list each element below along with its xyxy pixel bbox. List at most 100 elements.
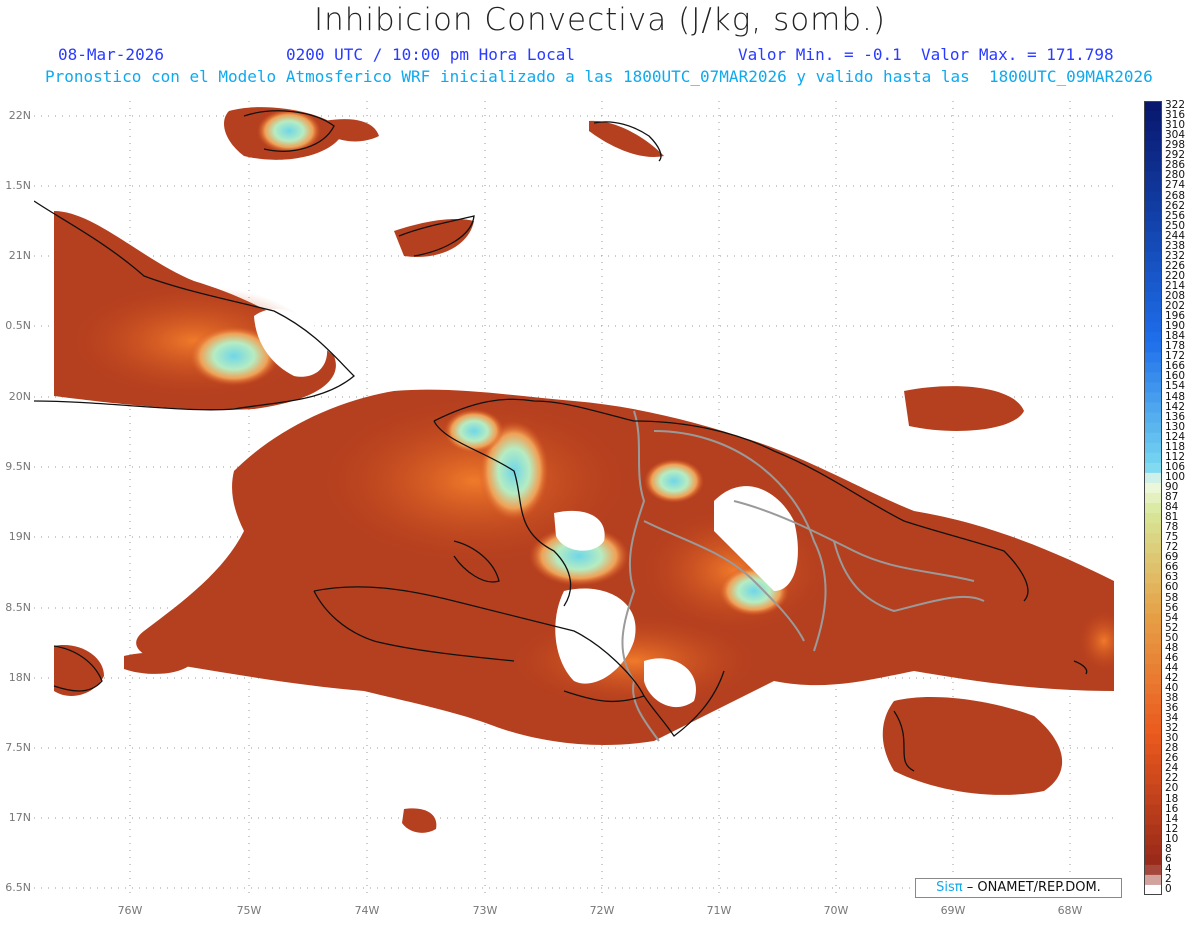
legend-swatch	[1144, 784, 1162, 796]
legend-swatch	[1144, 673, 1162, 685]
legend-swatch	[1144, 704, 1162, 715]
legend-swatch	[1144, 161, 1162, 172]
legend-swatch	[1144, 342, 1162, 353]
legend-swatch	[1144, 864, 1162, 876]
lat-label: 9.5N	[5, 460, 31, 473]
legend-swatch	[1144, 643, 1162, 655]
lon-label: 69W	[940, 904, 966, 917]
legend-swatch	[1144, 834, 1162, 846]
legend-swatch	[1144, 201, 1162, 213]
legend-swatch	[1144, 472, 1162, 484]
legend-swatch	[1144, 543, 1162, 554]
legend-swatch	[1144, 794, 1162, 806]
credit-box: Sisπ – ONAMET/REP.DOM.	[915, 878, 1122, 898]
legend-swatch	[1144, 302, 1162, 313]
legend-swatch	[1144, 121, 1162, 132]
legend-label: 0	[1165, 882, 1172, 895]
sispi-logo-text: Sisπ	[936, 880, 963, 895]
legend-swatch	[1144, 452, 1162, 464]
legend-swatch	[1144, 874, 1162, 886]
legend-swatch	[1144, 884, 1162, 895]
lat-label: 0.5N	[5, 319, 31, 332]
legend-swatch	[1144, 422, 1162, 434]
credit-org: – ONAMET/REP.DOM.	[966, 880, 1101, 895]
lat-label: 18N	[8, 671, 31, 684]
legend-label: 154	[1165, 380, 1186, 393]
legend-swatch	[1144, 251, 1162, 263]
legend-swatch	[1144, 432, 1162, 444]
lon-label: 68W	[1057, 904, 1083, 917]
legend-swatch	[1144, 583, 1162, 595]
legend-swatch	[1144, 814, 1162, 826]
legend-label: 20	[1165, 782, 1179, 795]
lat-label: 8.5N	[5, 601, 31, 614]
legend-swatch	[1144, 231, 1162, 243]
legend-swatch	[1144, 533, 1162, 544]
legend-swatch	[1144, 332, 1162, 343]
forecast-time: 0200 UTC / 10:00 pm Hora Local	[286, 45, 575, 64]
legend-swatch	[1144, 442, 1162, 454]
legend-swatch	[1144, 312, 1162, 323]
legend-swatch	[1144, 281, 1162, 293]
legend-label: 148	[1165, 390, 1186, 403]
legend-swatch	[1144, 804, 1162, 816]
legend-swatch	[1144, 744, 1162, 755]
forecast-date: 08-Mar-2026	[58, 45, 164, 64]
legend-swatch	[1144, 503, 1162, 514]
legend-label: 268	[1165, 189, 1186, 202]
legend-swatch	[1144, 513, 1162, 524]
lon-label: 75W	[236, 904, 262, 917]
legend-swatch	[1144, 261, 1162, 273]
legend-swatch	[1144, 462, 1162, 474]
legend-swatch	[1144, 683, 1162, 695]
legend-swatch	[1144, 211, 1162, 223]
lat-label: 1.5N	[5, 179, 31, 192]
lat-label: 17N	[8, 811, 31, 824]
value-min-max: Valor Min. = -0.1 Valor Max. = 171.798	[738, 45, 1114, 64]
legend-label: 274	[1165, 179, 1186, 192]
legend-swatch	[1144, 141, 1162, 152]
legend-label: 58	[1165, 591, 1179, 604]
lat-label: 22N	[8, 109, 31, 122]
legend-swatch	[1144, 593, 1162, 605]
legend-label: 16	[1165, 802, 1179, 815]
legend-swatch	[1144, 764, 1162, 775]
lat-label: 19N	[8, 530, 31, 543]
legend-swatch	[1144, 412, 1162, 424]
legend-swatch	[1144, 221, 1162, 233]
legend-swatch	[1144, 372, 1162, 384]
legend-swatch	[1144, 181, 1162, 193]
legend-swatch	[1144, 382, 1162, 394]
legend-swatch	[1144, 523, 1162, 534]
legend-swatch	[1144, 101, 1162, 112]
legend-label: 18	[1165, 792, 1179, 805]
legend-swatch	[1144, 844, 1162, 856]
lat-label: 20N	[8, 390, 31, 403]
legend-swatch	[1144, 693, 1162, 705]
legend-swatch	[1144, 754, 1162, 765]
legend-swatch	[1144, 392, 1162, 404]
legend-swatch	[1144, 633, 1162, 645]
legend-swatch	[1144, 573, 1162, 585]
legend-swatch	[1144, 623, 1162, 635]
legend-swatch	[1144, 774, 1162, 786]
legend-swatch	[1144, 603, 1162, 615]
lon-label: 71W	[706, 904, 732, 917]
legend-swatch	[1144, 653, 1162, 665]
legend-swatch	[1144, 613, 1162, 625]
legend-swatch	[1144, 663, 1162, 675]
legend-swatch	[1144, 191, 1162, 203]
lon-label: 70W	[823, 904, 849, 917]
lat-label: 6.5N	[5, 881, 31, 894]
legend-swatch	[1144, 824, 1162, 836]
legend-swatch	[1144, 352, 1162, 363]
legend-swatch	[1144, 734, 1162, 745]
lon-label: 76W	[117, 904, 143, 917]
lat-label: 7.5N	[5, 741, 31, 754]
lon-label: 72W	[589, 904, 615, 917]
legend-swatch	[1144, 291, 1162, 303]
legend-swatch	[1144, 271, 1162, 283]
legend-swatch	[1144, 714, 1162, 725]
legend-swatch	[1144, 553, 1162, 564]
lat-label: 21N	[8, 249, 31, 262]
